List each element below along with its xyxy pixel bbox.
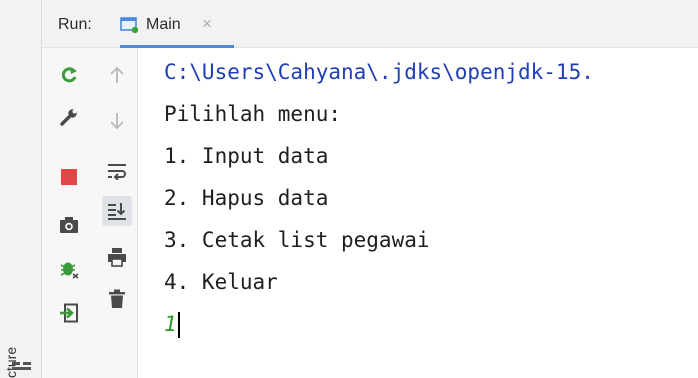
dump-threads-button[interactable]: [54, 210, 84, 240]
debug-button[interactable]: [54, 254, 84, 284]
layout-icon[interactable]: [12, 362, 32, 370]
console-line-command: C:\Users\Cahyana\.jdks\openjdk-15.: [164, 60, 594, 84]
close-icon[interactable]: ×: [202, 14, 212, 34]
console-actions-toolbar: [96, 48, 138, 378]
stop-icon: [61, 169, 77, 185]
scroll-to-end-icon: [108, 203, 126, 220]
text-caret: [177, 312, 180, 338]
structure-side-tab[interactable]: cture: [4, 330, 18, 378]
up-arrow-icon: [110, 66, 124, 83]
console-line-option-4: 4. Keluar: [164, 270, 278, 294]
stop-button[interactable]: [54, 162, 84, 192]
settings-button[interactable]: [54, 102, 84, 132]
console-line-option-2: 2. Hapus data: [164, 186, 329, 210]
console-line-menu-title: Pilihlah menu:: [164, 102, 342, 126]
run-label: Run:: [58, 16, 92, 33]
tab-main-label: Main: [146, 16, 181, 33]
console-input-line[interactable]: 1: [164, 310, 180, 338]
console-line-option-1: 1. Input data: [164, 144, 329, 168]
run-actions-toolbar: [42, 48, 96, 378]
run-tool-header: Run: Main ×: [42, 0, 698, 48]
exit-icon: [60, 303, 78, 323]
camera-icon: [60, 217, 78, 233]
print-icon: [108, 248, 126, 267]
down-arrow-icon: [110, 113, 124, 130]
clear-all-button[interactable]: [102, 284, 132, 314]
left-tool-strip: cture: [0, 0, 42, 378]
up-button[interactable]: [102, 60, 132, 90]
console-line-option-3: 3. Cetak list pegawai: [164, 228, 430, 252]
wrench-icon: [60, 109, 77, 126]
soft-wrap-button[interactable]: [102, 156, 132, 186]
tab-main[interactable]: Main ×: [120, 0, 234, 48]
trash-icon: [109, 289, 125, 308]
console-output[interactable]: C:\Users\Cahyana\.jdks\openjdk-15. Pilih…: [138, 48, 698, 378]
debug-bug-icon: [60, 262, 79, 279]
rerun-icon: [61, 67, 77, 83]
scroll-to-end-button[interactable]: [102, 196, 132, 226]
soft-wrap-icon: [108, 164, 126, 180]
print-button[interactable]: [102, 242, 132, 272]
down-button[interactable]: [102, 106, 132, 136]
rerun-button[interactable]: [54, 60, 84, 90]
run-config-icon: [120, 17, 139, 33]
exit-button[interactable]: [54, 298, 84, 328]
console-input-value: 1: [164, 312, 177, 336]
